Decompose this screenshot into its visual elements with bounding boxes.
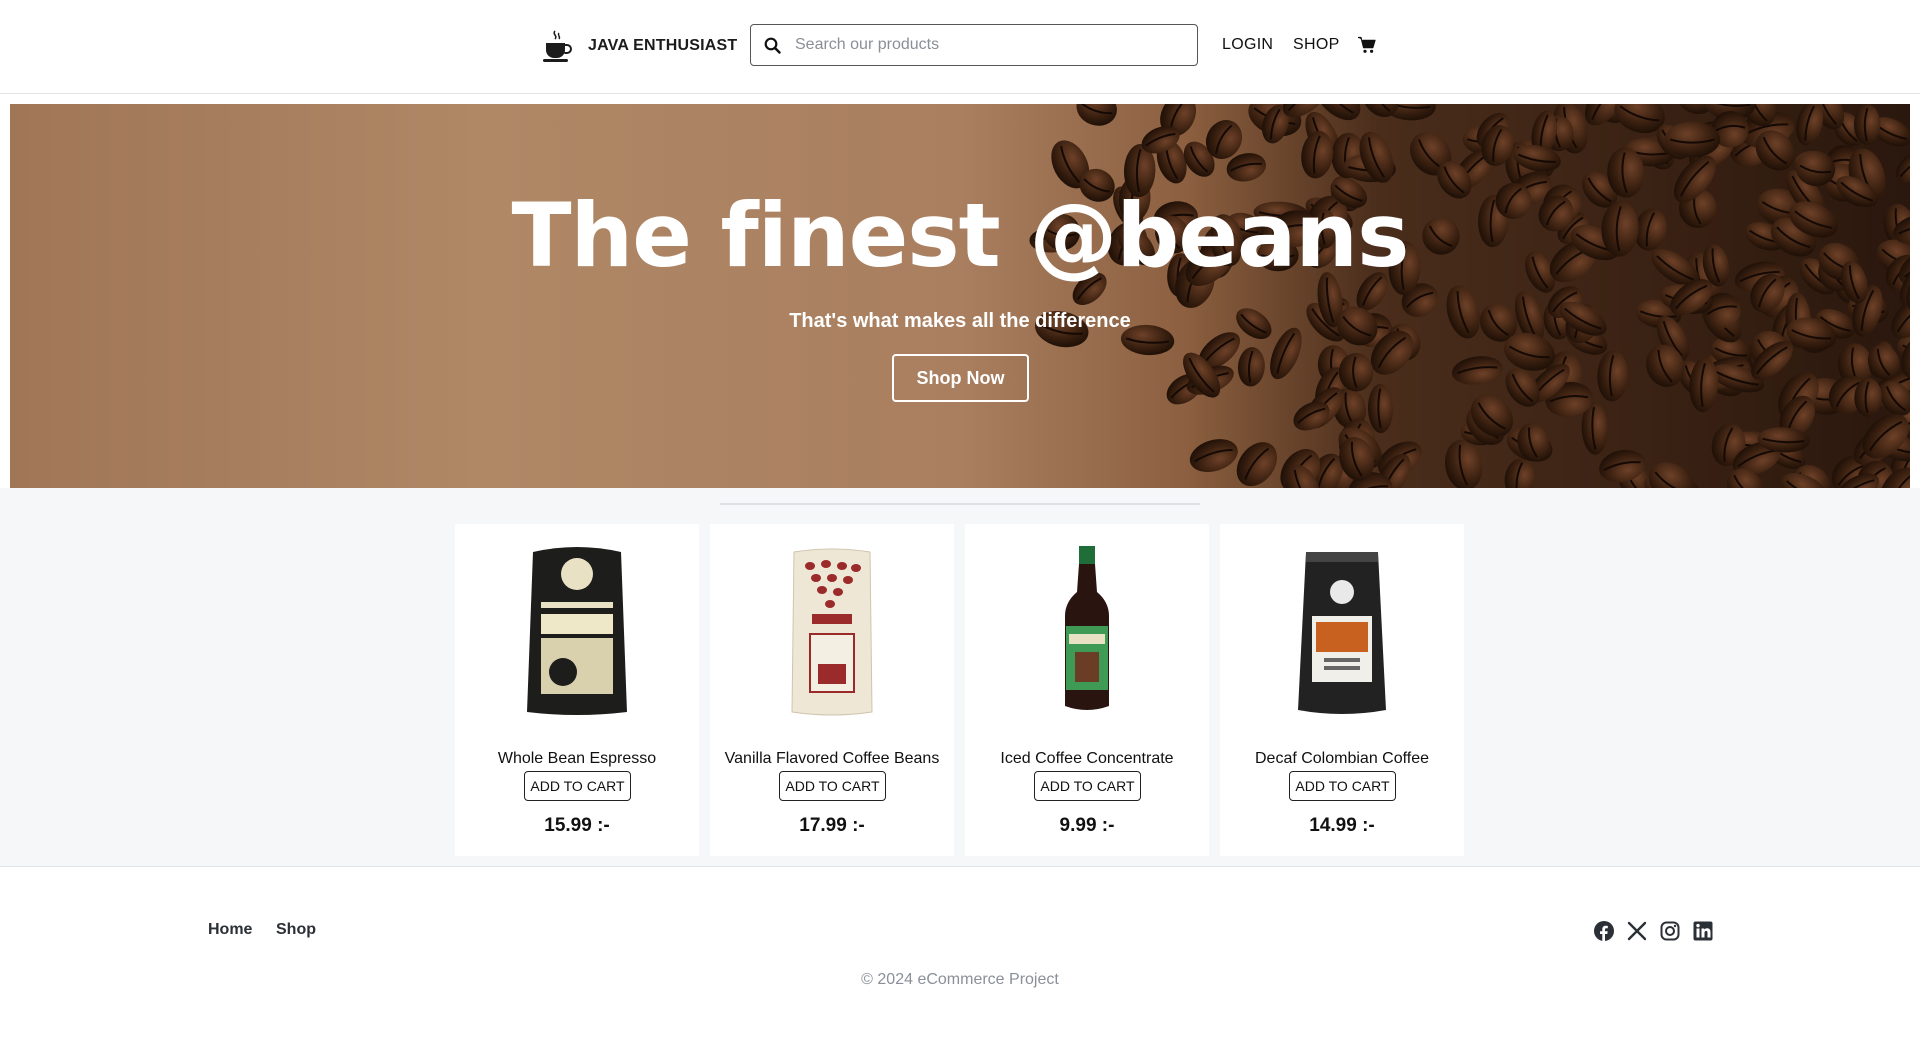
hero-title: The finest @beans (511, 184, 1410, 287)
search-input[interactable] (795, 30, 1175, 60)
product-price: 15.99 :- (544, 815, 610, 836)
product-price: 14.99 :- (1309, 815, 1375, 836)
site-header: JAVA ENTHUSIAST LOGIN SHOP (0, 0, 1920, 94)
product-image-decaf-colombian-bag[interactable] (1220, 534, 1464, 724)
section-divider (720, 503, 1200, 505)
hero-banner: The finest @beans That's what makes all … (10, 104, 1910, 488)
footer-home-link[interactable]: Home (208, 921, 252, 939)
shop-now-button[interactable]: Shop Now (892, 354, 1029, 402)
x-icon[interactable] (1627, 921, 1647, 941)
instagram-icon[interactable] (1660, 921, 1680, 941)
brand-name: JAVA ENTHUSIAST (588, 37, 738, 54)
product-name[interactable]: Whole Bean Espresso (455, 750, 699, 768)
site-footer: Home Shop © 2024 eCommerce Project (0, 866, 1920, 1039)
nav-shop-link[interactable]: SHOP (1293, 36, 1340, 54)
product-name[interactable]: Decaf Colombian Coffee (1220, 750, 1464, 768)
product-card[interactable]: Vanilla Flavored Coffee Beans ADD TO CAR… (710, 524, 954, 856)
product-card[interactable]: Decaf Colombian Coffee ADD TO CART 14.99… (1220, 524, 1464, 856)
add-to-cart-button[interactable]: ADD TO CART (779, 771, 886, 801)
product-price: 17.99 :- (799, 815, 865, 836)
copyright-text: © 2024 eCommerce Project (861, 971, 1059, 988)
product-image-vanilla-beans-bag[interactable] (710, 534, 954, 724)
products-section: Whole Bean Espresso ADD TO CART 15.99 :-… (0, 488, 1920, 866)
hero-subtitle: That's what makes all the difference (789, 310, 1131, 332)
product-name[interactable]: Vanilla Flavored Coffee Beans (710, 750, 954, 768)
hero-content: The finest @beans That's what makes all … (10, 104, 1910, 488)
product-image-iced-coffee-bottle[interactable] (965, 534, 1209, 724)
brand-logo[interactable]: JAVA ENTHUSIAST (542, 24, 737, 68)
linkedin-icon[interactable] (1693, 921, 1713, 941)
product-card[interactable]: Whole Bean Espresso ADD TO CART 15.99 :- (455, 524, 699, 856)
facebook-icon[interactable] (1594, 921, 1614, 941)
add-to-cart-button[interactable]: ADD TO CART (1289, 771, 1396, 801)
product-price: 9.99 :- (1059, 815, 1115, 836)
add-to-cart-button[interactable]: ADD TO CART (1034, 771, 1141, 801)
nav-login-link[interactable]: LOGIN (1222, 36, 1273, 54)
product-image-espresso-bag[interactable] (455, 534, 699, 724)
coffee-cup-icon (543, 30, 572, 62)
product-card[interactable]: Iced Coffee Concentrate ADD TO CART 9.99… (965, 524, 1209, 856)
footer-shop-link[interactable]: Shop (276, 921, 316, 939)
product-name[interactable]: Iced Coffee Concentrate (965, 750, 1209, 768)
search-icon[interactable] (764, 37, 781, 54)
add-to-cart-button[interactable]: ADD TO CART (524, 771, 631, 801)
shopping-cart-icon[interactable] (1358, 36, 1376, 54)
search-bar (750, 24, 1198, 66)
